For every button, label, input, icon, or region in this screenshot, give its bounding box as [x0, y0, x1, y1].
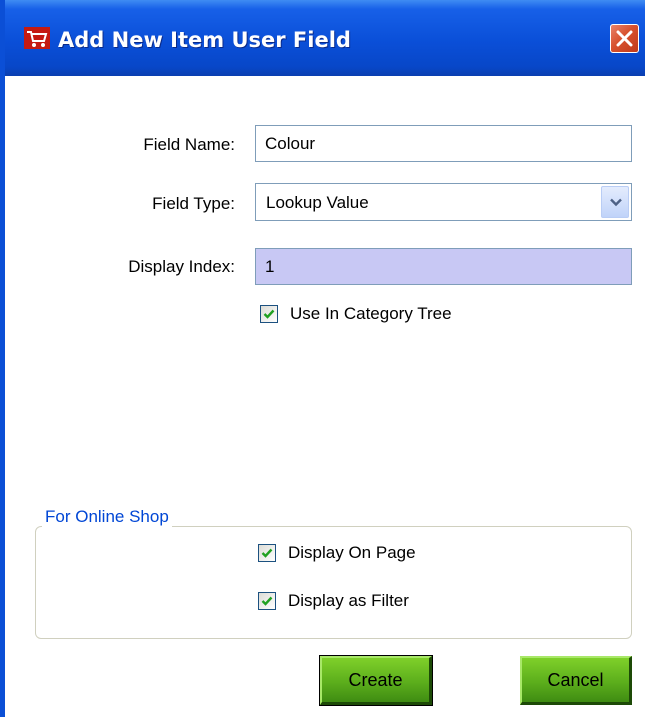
title-bar[interactable]: Add New Item User Field	[5, 0, 645, 76]
online-shop-legend: For Online Shop	[42, 507, 172, 527]
checkbox-box[interactable]	[258, 592, 276, 610]
dropdown-button[interactable]	[601, 186, 629, 218]
field-name-label: Field Name:	[143, 135, 235, 154]
chevron-down-icon	[610, 198, 622, 207]
field-type-label: Field Type:	[152, 194, 235, 213]
checkmark-icon	[263, 309, 275, 319]
field-type-select[interactable]: Lookup Value	[255, 183, 632, 221]
close-button[interactable]	[610, 24, 639, 53]
display-index-label: Display Index:	[128, 257, 235, 276]
use-in-category-tree-label: Use In Category Tree	[290, 304, 452, 323]
create-button[interactable]: Create	[319, 655, 433, 706]
checkmark-icon	[261, 548, 273, 558]
field-type-value: Lookup Value	[266, 193, 369, 212]
display-as-filter-label: Display as Filter	[288, 591, 409, 610]
cancel-button[interactable]: Cancel	[520, 656, 632, 705]
checkbox-box[interactable]	[260, 305, 278, 323]
window-title: Add New Item User Field	[58, 28, 351, 52]
display-index-input[interactable]	[255, 248, 632, 285]
field-name-input[interactable]	[255, 125, 632, 162]
shopping-cart-icon	[24, 27, 50, 49]
display-on-page-label: Display On Page	[288, 543, 416, 562]
close-icon	[616, 30, 633, 47]
checkmark-icon	[261, 596, 273, 606]
add-user-field-dialog: Add New Item User Field Field Name: Fiel…	[0, 0, 645, 717]
checkbox-box[interactable]	[258, 544, 276, 562]
